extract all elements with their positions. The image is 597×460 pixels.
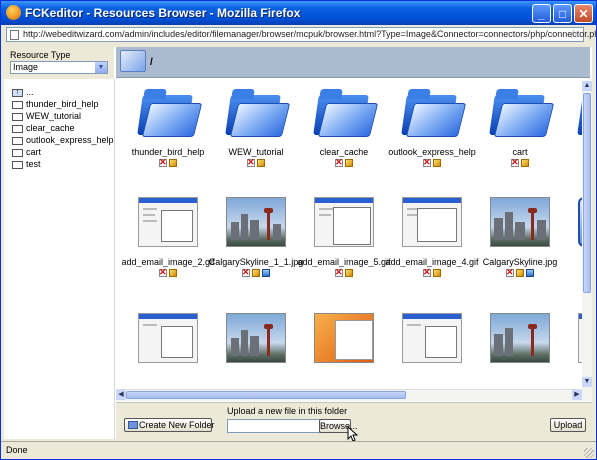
tree-item-outlook-express-help[interactable]: outlook_express_help (12, 135, 114, 146)
rename-icon[interactable] (516, 269, 524, 277)
new-folder-icon (128, 421, 138, 429)
folder-icon (12, 112, 23, 121)
image-thumbnail[interactable] (312, 191, 376, 253)
folder-icon (12, 124, 23, 133)
item-name[interactable]: b (554, 257, 582, 267)
image-thumbnail[interactable] (488, 307, 552, 369)
status-bar: Done (1, 441, 596, 459)
delete-icon[interactable] (335, 267, 343, 278)
path-bar: / (116, 47, 590, 78)
status-text: Done (6, 445, 28, 455)
scroll-left-icon[interactable]: ◀ (116, 390, 126, 400)
image-thumbnail[interactable] (136, 307, 200, 369)
folder-icon[interactable] (224, 81, 291, 143)
delete-icon[interactable] (506, 267, 514, 278)
image-thumbnail[interactable] (136, 191, 200, 253)
folder-icon[interactable] (488, 81, 555, 143)
folder-icon (12, 148, 23, 157)
image-thumbnail[interactable] (488, 191, 552, 253)
resources-browser: Resource Type Image ▼ / ↑... thunder_bir… (4, 47, 592, 442)
rename-icon[interactable] (169, 159, 177, 167)
firefox-icon (6, 5, 21, 20)
resize-icon[interactable] (526, 269, 534, 277)
title-bar[interactable]: FCKeditor - Resources Browser - Mozilla … (1, 1, 596, 25)
delete-icon[interactable] (242, 267, 250, 278)
delete-icon[interactable] (335, 157, 343, 168)
rename-icon[interactable] (345, 269, 353, 277)
upload-panel: Create New Folder Upload a new file in t… (116, 402, 592, 442)
delete-icon[interactable] (423, 157, 431, 168)
folder-icon (12, 100, 23, 109)
close-button[interactable]: ✕ (574, 4, 593, 23)
image-thumbnail[interactable] (224, 307, 288, 369)
minimize-button[interactable]: _ (532, 4, 551, 23)
maximize-button[interactable]: □ (553, 4, 572, 23)
resource-type-select[interactable]: Image ▼ (10, 61, 108, 74)
vertical-scroll-thumb[interactable] (583, 93, 591, 293)
address-bar: http://webeditwizard.com/admin/includes/… (1, 25, 596, 45)
resource-type-value: Image (13, 62, 39, 72)
scroll-up-icon[interactable]: ▲ (582, 81, 592, 91)
tree-item-thunder-bird-help[interactable]: thunder_bird_help (12, 99, 99, 110)
rename-icon[interactable] (345, 159, 353, 167)
folder-icon[interactable] (400, 81, 467, 143)
horizontal-scroll-thumb[interactable] (126, 391, 406, 399)
current-path: / (150, 57, 153, 68)
bookmark-star-icon[interactable]: ☆ (568, 27, 579, 41)
tree-item-clear-cache[interactable]: clear_cache (12, 123, 75, 134)
mouse-cursor-icon (347, 426, 359, 442)
create-new-folder-button[interactable]: Create New Folder (124, 418, 215, 432)
up-folder-icon: ↑ (12, 88, 23, 97)
scroll-right-icon[interactable]: ▶ (572, 390, 582, 400)
file-grid: thunder_bird_help WEW_tutorial clear_cac… (116, 81, 582, 386)
horizontal-scrollbar[interactable]: ◀ ▶ (116, 389, 582, 401)
delete-icon[interactable] (247, 157, 255, 168)
delete-icon[interactable] (511, 157, 519, 168)
rename-icon[interactable] (252, 269, 260, 277)
folder-icon[interactable] (136, 81, 203, 143)
resize-icon[interactable] (262, 269, 270, 277)
upload-prompt: Upload a new file in this folder (227, 406, 348, 416)
resource-type-panel: Resource Type Image ▼ (4, 47, 114, 79)
url-field[interactable]: http://webeditwizard.com/admin/includes/… (6, 27, 596, 42)
tree-item-cart[interactable]: cart (12, 147, 41, 158)
resource-type-label: Resource Type (10, 50, 71, 60)
image-thumbnail[interactable] (224, 191, 288, 253)
delete-icon[interactable] (423, 267, 431, 278)
rename-icon[interactable] (433, 269, 441, 277)
image-thumbnail[interactable] (312, 307, 376, 369)
folder-icon[interactable] (312, 81, 379, 143)
rename-icon[interactable] (257, 159, 265, 167)
url-text: http://webeditwizard.com/admin/includes/… (23, 29, 597, 39)
tree-item-test[interactable]: test (12, 159, 41, 170)
window-title: FCKeditor - Resources Browser - Mozilla … (25, 6, 301, 20)
rename-icon[interactable] (433, 159, 441, 167)
vertical-scrollbar[interactable]: ▲ ▼ (582, 81, 592, 401)
tree-item-up[interactable]: ↑... (12, 87, 34, 98)
rename-icon[interactable] (169, 269, 177, 277)
rename-icon[interactable] (521, 159, 529, 167)
folder-icon (12, 160, 23, 169)
tree-item-wew-tutorial[interactable]: WEW_tutorial (12, 111, 81, 122)
resize-grip-icon[interactable] (584, 448, 594, 458)
delete-icon[interactable] (159, 157, 167, 168)
page-icon (10, 30, 19, 40)
upload-button[interactable]: Upload (550, 418, 586, 432)
delete-icon[interactable] (159, 267, 167, 278)
folder-tree: ↑... thunder_bird_help WEW_tutorial clea… (4, 79, 115, 439)
image-thumbnail[interactable] (400, 307, 464, 369)
chevron-down-icon[interactable]: ▼ (95, 62, 107, 73)
item-name[interactable]: cart (466, 147, 574, 157)
browser-window: FCKeditor - Resources Browser - Mozilla … (0, 0, 597, 460)
scroll-down-icon[interactable]: ▼ (582, 377, 592, 387)
image-thumbnail[interactable] (400, 191, 464, 253)
folder-icon (12, 136, 23, 145)
open-folder-icon (120, 50, 146, 72)
